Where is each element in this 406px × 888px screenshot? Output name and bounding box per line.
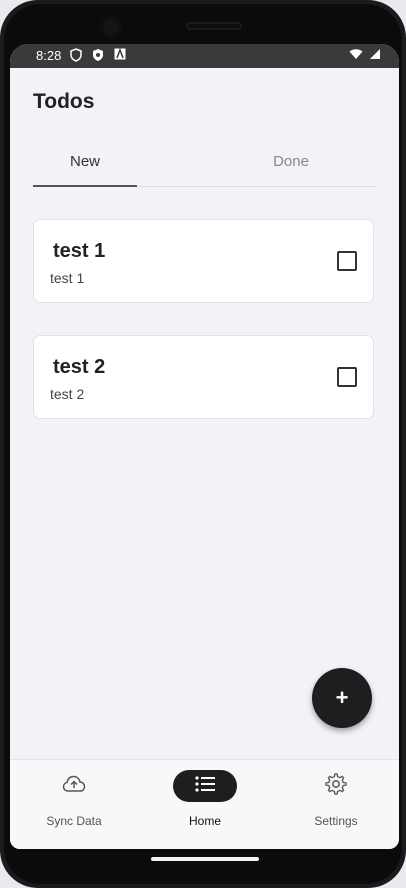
gear-icon [324,772,348,801]
wifi-icon [349,48,363,63]
cloud-upload-icon [62,774,86,799]
tab-done[interactable]: Done [205,136,377,186]
tab-indicator [33,185,137,187]
app-screen: 8:28 Todos New Done test 1 test 1 test 2… [10,44,399,849]
nav-item-settings[interactable]: Settings [276,760,396,849]
status-bar: 8:28 [10,44,399,68]
signal-icon [369,48,381,63]
nav-icon-container [304,770,368,802]
list-icon [194,775,216,798]
nav-label: Settings [314,814,358,828]
privacy-shield-icon [92,48,104,65]
todo-checkbox[interactable] [337,251,357,271]
todo-card[interactable]: test 1 test 1 [33,219,374,303]
nav-label: Sync Data [46,814,102,828]
page-title: Todos [33,90,95,113]
tab-bar: New Done [33,136,377,187]
status-time: 8:28 [36,48,62,63]
todo-subtitle: test 1 [50,270,85,286]
phone-frame: 8:28 Todos New Done test 1 test 1 test 2… [0,0,406,888]
shield-icon [70,48,82,65]
todo-card[interactable]: test 2 test 2 [33,335,374,419]
plus-icon: + [335,685,349,710]
tab-new[interactable]: New [33,136,137,186]
todo-title: test 1 [53,240,106,262]
nav-icon-container [173,770,237,802]
nav-item-home[interactable]: Home [145,760,265,849]
a-box-icon [114,47,126,63]
todo-checkbox[interactable] [337,367,357,387]
nav-item-sync-data[interactable]: Sync Data [14,760,134,849]
front-camera [100,16,122,38]
bottom-navigation: Sync Data Home Settings [10,759,399,849]
todo-title: test 2 [53,356,106,378]
earpiece-speaker [186,22,242,30]
add-todo-button[interactable]: + [312,668,372,728]
home-gesture-bar[interactable] [151,857,259,861]
todo-subtitle: test 2 [50,386,85,402]
nav-label: Home [188,814,221,828]
nav-icon-container [42,770,106,802]
